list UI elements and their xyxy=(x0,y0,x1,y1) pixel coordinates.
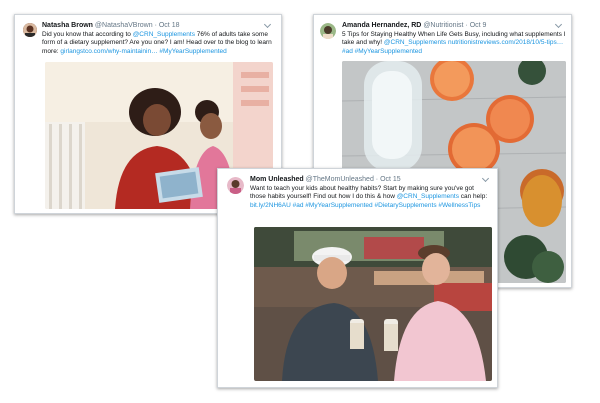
tweet-header: Mom Unleashed @TheMomUnleashed · Oct 15 xyxy=(250,175,401,184)
avatar-image xyxy=(320,23,336,39)
tweet-date[interactable]: · Oct 18 xyxy=(155,22,180,29)
text-segment: can help: xyxy=(458,193,488,201)
tweet-text: Did you know that according to @CRN_Supp… xyxy=(42,31,276,56)
avatar[interactable] xyxy=(320,23,336,39)
ad-hashtag[interactable]: #ad xyxy=(342,48,353,55)
avatar-image xyxy=(23,23,37,37)
chevron-down-icon[interactable] xyxy=(481,174,490,183)
author-name[interactable]: Natasha Brown xyxy=(42,22,93,29)
tweet-header: Natasha Brown @NatashaVBrown · Oct 18 xyxy=(42,21,179,30)
author-handle[interactable]: @TheMomUnleashed xyxy=(306,176,374,183)
photo-mom-son-toast xyxy=(254,227,492,381)
hashtag-link[interactable]: #MyYearSupplemented xyxy=(355,48,422,55)
tweet-header: Amanda Hernandez, RD @Nutritionist · Oct… xyxy=(342,21,486,30)
hashtag-link-2[interactable]: #DietarySupplements xyxy=(374,202,436,209)
hashtag-link[interactable]: #MyYearSupplemented xyxy=(305,202,372,209)
mention-link[interactable]: @CRN_Supplements xyxy=(133,31,195,38)
tweet-text: Want to teach your kids about healthy ha… xyxy=(250,185,490,210)
avatar-image xyxy=(227,177,244,194)
mention-link[interactable]: @CRN_Supplements xyxy=(384,39,446,46)
mention-link[interactable]: @CRN_Supplements xyxy=(397,193,459,200)
chevron-down-icon[interactable] xyxy=(263,20,272,29)
author-name[interactable]: Mom Unleashed xyxy=(250,176,304,183)
avatar[interactable] xyxy=(23,23,37,37)
tweet-photo[interactable] xyxy=(254,227,492,381)
tweet-text: 5 Tips for Staying Healthy When Life Get… xyxy=(342,31,568,56)
tweet-card-mom-unleashed[interactable]: Mom Unleashed @TheMomUnleashed · Oct 15 … xyxy=(217,168,498,388)
avatar[interactable] xyxy=(227,177,244,194)
tweet-date[interactable]: · Oct 9 xyxy=(465,22,486,29)
ad-hashtag[interactable]: #ad xyxy=(291,202,305,209)
author-handle[interactable]: @NatashaVBrown xyxy=(95,22,153,29)
hashtag-link[interactable]: #MyYearSupplemented xyxy=(159,48,226,55)
url-link[interactable]: nutritionistreviews.com/2018/10/5-tips… xyxy=(448,39,563,46)
author-handle[interactable]: @Nutritionist xyxy=(423,22,463,29)
tweet-date[interactable]: · Oct 15 xyxy=(376,176,401,183)
url-link[interactable]: bit.ly/2NH6AU xyxy=(250,202,291,209)
url-link[interactable]: girlangstco.com/why-maintainin… xyxy=(60,48,157,55)
author-name[interactable]: Amanda Hernandez, RD xyxy=(342,22,421,29)
hashtag-link-3[interactable]: #WellnessTips xyxy=(438,202,480,209)
text-segment: Did you know that according to xyxy=(42,31,133,38)
page: { "tweets": [ { "author": "Natasha Brown… xyxy=(0,0,600,403)
chevron-down-icon[interactable] xyxy=(554,20,563,29)
